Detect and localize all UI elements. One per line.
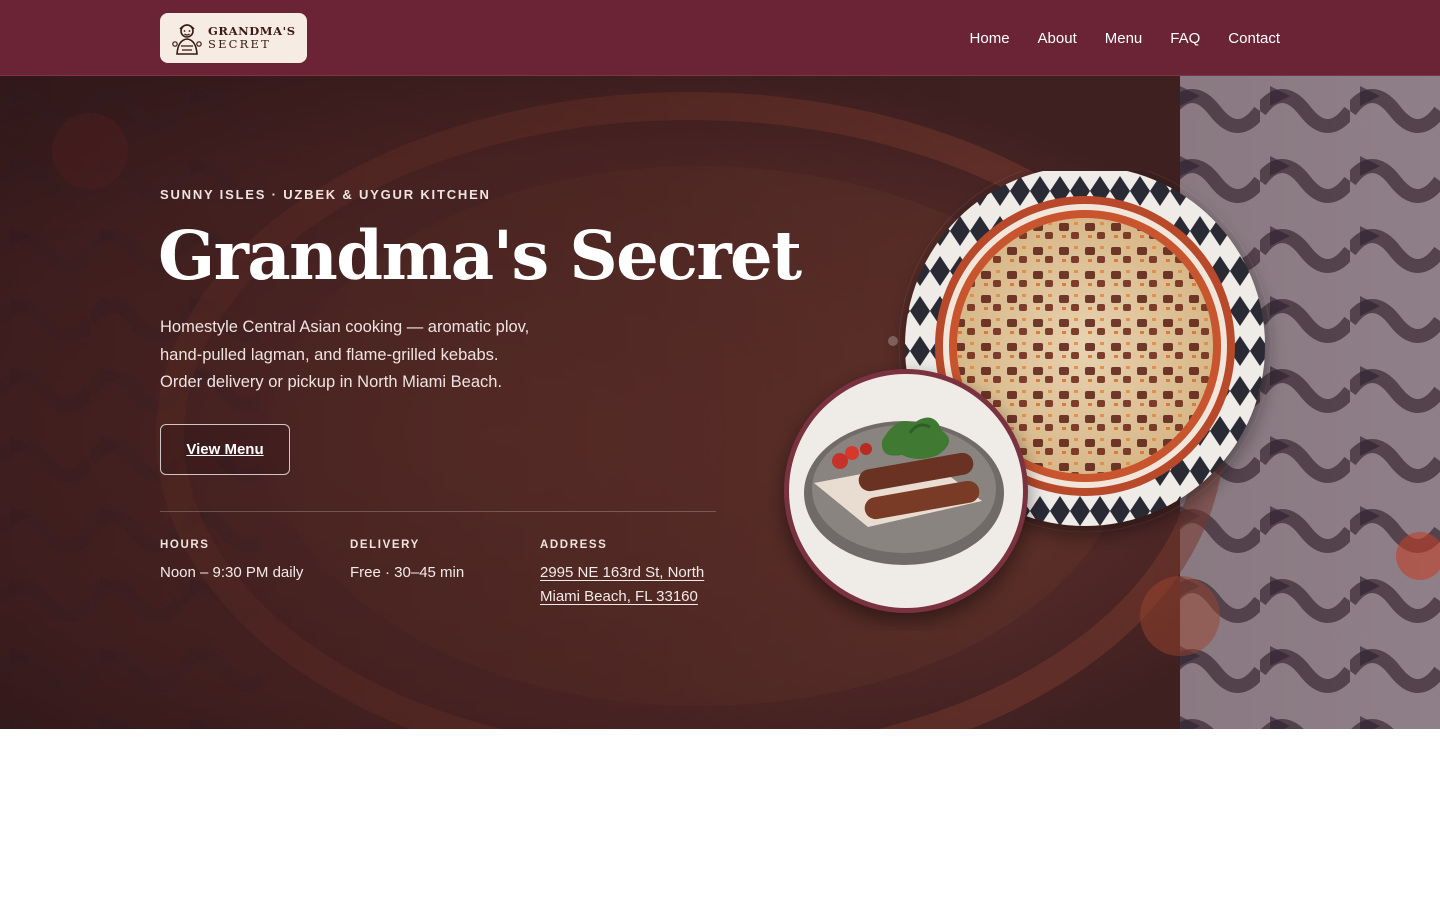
food-plates-image	[784, 171, 1272, 613]
delivery-block: DELIVERY Free · 30–45 min	[350, 539, 520, 585]
logo-wordmark-bottom: SECRET	[208, 37, 271, 51]
nav-home[interactable]: Home	[970, 30, 1010, 47]
nav-faq[interactable]: FAQ	[1170, 30, 1200, 47]
delivery-value: Free · 30–45 min	[350, 564, 465, 581]
site-header: GRANDMA'S SECRET Home About Menu FAQ Con…	[0, 0, 1440, 76]
hero-description-line: hand-pulled lagman, and flame-grilled ke…	[160, 345, 499, 364]
hero-description-line: Order delivery or pickup in North Miami …	[160, 373, 503, 391]
nav-about[interactable]: About	[1038, 30, 1077, 47]
hero-description: Homestyle Central Asian cooking — aromat…	[160, 314, 580, 397]
delivery-label: DELIVERY	[350, 539, 420, 551]
address-block: ADDRESS 2995 NE 163rd St, North Miami Bea…	[540, 539, 716, 609]
page-title: Grandma's Secret	[158, 216, 802, 295]
hours-block: HOURS Noon – 9:30 PM daily	[160, 539, 330, 585]
hours-value: Noon – 9:30 PM daily	[160, 564, 304, 581]
brand-logo[interactable]: GRANDMA'S SECRET	[160, 13, 307, 63]
address-label: ADDRESS	[540, 539, 608, 551]
view-menu-button[interactable]: View Menu	[160, 424, 290, 475]
logo-wordmark-top: GRANDMA'S	[208, 23, 296, 38]
nav-menu[interactable]: Menu	[1105, 30, 1143, 47]
hero-section: SUNNY ISLES · UZBEK & UYGUR KITCHEN Gran…	[0, 76, 1440, 729]
main-nav: Home About Menu FAQ Contact	[970, 0, 1280, 76]
hero-eyebrow: SUNNY ISLES · UZBEK & UYGUR KITCHEN	[160, 187, 491, 202]
hours-label: HOURS	[160, 539, 210, 551]
hero-divider	[160, 511, 716, 512]
hero-description-line: Homestyle Central Asian cooking — aromat…	[160, 318, 530, 336]
address-link[interactable]: 2995 NE 163rd St, North Miami Beach, FL 3…	[540, 564, 704, 605]
nav-contact[interactable]: Contact	[1228, 30, 1280, 47]
grandma-logo-icon	[172, 24, 202, 55]
